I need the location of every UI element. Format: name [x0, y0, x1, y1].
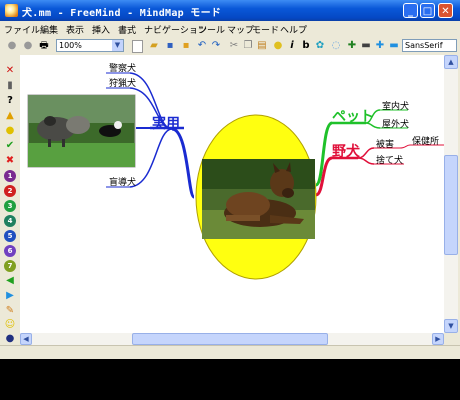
cross-icon[interactable]: ✖	[4, 155, 16, 167]
priority-2-icon[interactable]: 2	[4, 185, 16, 197]
sheep-photo	[27, 94, 136, 168]
menu-mode[interactable]: モード	[252, 23, 279, 36]
maximize-button[interactable]: □	[420, 3, 435, 18]
edge-guide	[129, 128, 173, 188]
window-title: 犬.mm - FreeMind - MindMap モード	[22, 8, 222, 19]
priority-1-icon[interactable]: 1	[4, 170, 16, 182]
idea-icon[interactable]: ●	[272, 40, 284, 52]
connectors	[27, 72, 444, 280]
remove-icon-icon[interactable]: ✕	[4, 65, 16, 77]
save-as-icon[interactable]: ▪	[180, 40, 192, 52]
close-button[interactable]: ✕	[438, 3, 453, 18]
menu-edit[interactable]: 編集	[40, 23, 58, 36]
zoom-select[interactable]: 100% ▼	[56, 39, 124, 52]
remove-node-icon[interactable]: ▬	[360, 40, 372, 52]
scroll-left-icon[interactable]: ◀	[20, 333, 32, 345]
vertical-scrollbar[interactable]: ▲ ▼	[444, 55, 458, 333]
minimize-button[interactable]: _	[403, 3, 418, 18]
warning-icon[interactable]: ▲	[4, 110, 16, 122]
flag-icon[interactable]: ●	[4, 333, 16, 345]
scroll-right-icon[interactable]: ▶	[432, 333, 444, 345]
node-indoor-dog[interactable]: 室内犬	[382, 99, 409, 112]
priority-4-icon[interactable]: 4	[4, 215, 16, 227]
menu-format[interactable]: 書式	[118, 23, 136, 36]
scroll-down-icon[interactable]: ▼	[444, 319, 458, 333]
undo-icon[interactable]: ↶	[196, 40, 208, 52]
check-icon[interactable]: ✔	[4, 140, 16, 152]
vertical-scroll-thumb[interactable]	[444, 155, 458, 255]
cloud-icon[interactable]: ✿	[314, 40, 326, 52]
icon-toolbar: ✕ ▮ ? ▲ ● ✔ ✖ 1 2 3 4 5 6 7 ◀ ▶ ✎ ☺ ●	[0, 55, 20, 358]
copy-icon[interactable]: ❐	[242, 40, 254, 52]
italic-icon[interactable]: i	[286, 40, 298, 52]
new-file-icon[interactable]	[132, 40, 143, 53]
horizontal-scroll-thumb[interactable]	[132, 333, 328, 345]
freemind-app-icon	[5, 4, 18, 17]
font-select[interactable]: SansSerif	[402, 39, 457, 52]
priority-3-icon[interactable]: 3	[4, 200, 16, 212]
paste-icon[interactable]: ▤	[256, 40, 268, 52]
dog-photo	[202, 159, 315, 239]
arrow-right-icon[interactable]: ▶	[4, 290, 16, 302]
redo-icon[interactable]: ↷	[210, 40, 222, 52]
node-damage[interactable]: 被害	[376, 137, 394, 150]
question-icon[interactable]: ?	[4, 95, 16, 107]
bulb-icon[interactable]: ●	[4, 125, 16, 137]
add-node-icon[interactable]: ✚	[346, 40, 358, 52]
node-hunting-dog[interactable]: 狩猟犬	[109, 76, 136, 89]
zoom-value: 100%	[59, 41, 82, 50]
chevron-down-icon: ▼	[112, 40, 123, 51]
cut-icon[interactable]: ✂	[228, 40, 240, 52]
print-icon[interactable]: 🖶	[38, 40, 50, 52]
bold-icon[interactable]: b	[300, 40, 312, 52]
node-abandoned-dog[interactable]: 捨て犬	[376, 153, 403, 166]
status-bar	[0, 345, 460, 359]
node-police-dog[interactable]: 警察犬	[109, 61, 136, 74]
menu-insert[interactable]: 挿入	[92, 23, 110, 36]
toolbar: ● ● 🖶 100% ▼ ▰ ▪ ▪ ↶ ↷ ✂ ❐ ▤ ● i b ✿ ◌ ✚…	[0, 37, 460, 55]
priority-6-icon[interactable]: 6	[4, 245, 16, 257]
zoom-in-icon[interactable]: ✚	[374, 40, 386, 52]
menu-view[interactable]: 表示	[66, 23, 84, 36]
scroll-up-icon[interactable]: ▲	[444, 55, 458, 69]
font-value: SansSerif	[405, 41, 443, 50]
horizontal-scrollbar[interactable]: ◀ ▶	[20, 333, 444, 345]
note-icon[interactable]: ◌	[330, 40, 342, 52]
menu-tools[interactable]: ツール	[198, 23, 225, 36]
app-window: 犬.mm - FreeMind - MindMap モード _ □ ✕ ファイル…	[0, 0, 460, 359]
priority-7-icon[interactable]: 7	[4, 260, 16, 272]
priority-5-icon[interactable]: 5	[4, 230, 16, 242]
menu-map[interactable]: マップ	[227, 23, 254, 36]
trash-icon[interactable]: ▮	[4, 80, 16, 92]
edge-wild	[315, 156, 333, 197]
smiley-icon[interactable]: ☺	[4, 319, 16, 331]
zoom-out-icon[interactable]: ▬	[388, 40, 400, 52]
mindmap-canvas[interactable]: 実用 警察犬 狩猟犬 盲導犬 ペット 室内犬 屋外犬 野犬 被害 捨て犬 保健所	[20, 55, 444, 333]
menu-file[interactable]: ファイル	[4, 23, 40, 36]
pencil-icon[interactable]: ✎	[4, 305, 16, 317]
edge-practical	[171, 127, 196, 199]
title-bar: 犬.mm - FreeMind - MindMap モード _ □ ✕	[0, 0, 460, 21]
node-guide-dog[interactable]: 盲導犬	[109, 175, 136, 188]
node-outdoor-dog[interactable]: 屋外犬	[382, 117, 409, 130]
menu-help[interactable]: ヘルプ	[280, 23, 307, 36]
back-icon[interactable]: ●	[6, 40, 18, 52]
arrow-left-icon[interactable]: ◀	[4, 275, 16, 287]
forward-icon[interactable]: ●	[22, 40, 34, 52]
save-icon[interactable]: ▪	[164, 40, 176, 52]
branch-wild[interactable]: 野犬	[332, 141, 360, 161]
branch-pet[interactable]: ペット	[332, 106, 374, 126]
branch-practical[interactable]: 実用	[152, 113, 180, 133]
menu-bar: ファイル 編集 表示 挿入 書式 ナビゲーション ツール マップ モード ヘルプ	[0, 21, 460, 37]
open-folder-icon[interactable]: ▰	[148, 40, 160, 52]
node-health-center[interactable]: 保健所	[412, 134, 439, 147]
